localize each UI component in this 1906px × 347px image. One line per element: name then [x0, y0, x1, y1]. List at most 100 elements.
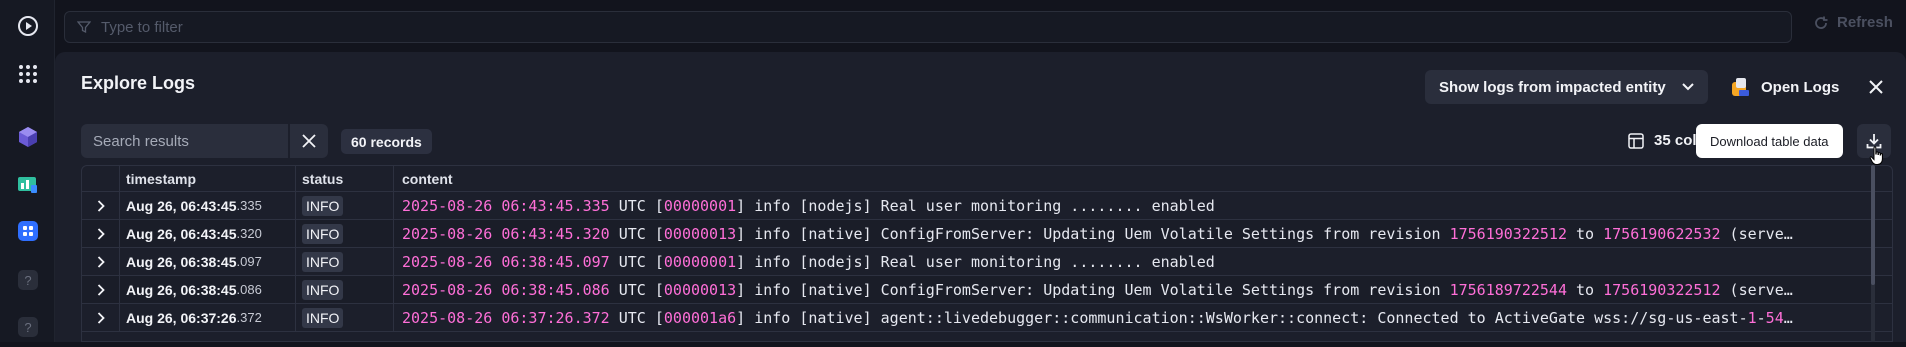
table-row[interactable]: Aug 26, 06:43:45.320 INFO 2025-08-26 06:…	[82, 219, 1892, 248]
content-revision: 1756189722544	[1449, 280, 1567, 299]
content-thread-id: 00000013	[663, 280, 737, 299]
timestamp-date: Aug 26, 06:38:45	[126, 253, 237, 270]
open-logs-label: Open Logs	[1761, 78, 1840, 96]
explore-logs-panel: Explore Logs Show logs from impacted ent…	[55, 52, 1906, 342]
content-thread-id: 000001a6	[663, 308, 737, 327]
svg-text:?: ?	[24, 320, 31, 335]
content-cell: 2025-08-26 06:37:26.372 UTC [000001a6] i…	[394, 304, 1892, 332]
refresh-button[interactable]: Refresh	[1813, 14, 1893, 31]
impacted-entity-dropdown[interactable]: Show logs from impacted entity	[1425, 70, 1708, 104]
table-row[interactable]: Aug 26, 06:38:45.086 INFO 2025-08-26 06:…	[82, 275, 1892, 304]
records-count-badge: 60 records	[341, 129, 432, 154]
timestamp-ms: .372	[236, 310, 262, 325]
content-revision: 1756190322512	[1603, 280, 1721, 299]
cube-app-icon[interactable]	[12, 121, 43, 152]
search-results-field[interactable]	[81, 124, 288, 158]
expand-row-button[interactable]	[82, 275, 120, 304]
status-cell: INFO	[296, 303, 394, 332]
content-text: to	[1567, 224, 1604, 243]
status-cell: INFO	[296, 191, 394, 220]
expand-row-button[interactable]	[82, 191, 120, 220]
column-header-status[interactable]: status	[296, 166, 394, 192]
content-cell: 2025-08-26 06:38:45.086 UTC [00000013] i…	[394, 276, 1892, 304]
chevron-right-icon	[97, 255, 105, 268]
status-badge: INFO	[302, 279, 344, 300]
timestamp-cell: Aug 26, 06:38:45.086	[120, 275, 296, 304]
dashboard-app-icon[interactable]	[12, 169, 43, 200]
status-badge: INFO	[302, 251, 344, 272]
content-text: UTC [	[609, 308, 664, 327]
expand-row-button[interactable]	[82, 219, 120, 248]
refresh-label: Refresh	[1837, 14, 1893, 31]
timestamp-date: Aug 26, 06:43:45	[126, 197, 237, 214]
expand-row-button[interactable]	[82, 303, 120, 332]
content-host-part: 54	[1765, 308, 1784, 327]
column-header-timestamp[interactable]: timestamp	[120, 166, 296, 192]
content-cell: 2025-08-26 06:38:45.097 UTC [00000001] i…	[394, 248, 1892, 276]
status-cell: INFO	[296, 219, 394, 248]
content-text: -	[1756, 308, 1766, 327]
table-columns-icon	[1628, 132, 1644, 149]
close-icon	[302, 134, 316, 148]
content-text: to	[1567, 280, 1604, 299]
content-timestamp: 2025-08-26 06:43:45.320	[402, 224, 610, 243]
top-bar: Type to filter Refresh	[55, 0, 1906, 52]
content-timestamp: 2025-08-26 06:38:45.086	[402, 280, 610, 299]
status-cell: INFO	[296, 247, 394, 276]
content-cell: 2025-08-26 06:43:45.320 UTC [00000013] i…	[394, 220, 1892, 248]
timestamp-date: Aug 26, 06:38:45	[126, 281, 237, 298]
table-row[interactable]: Aug 26, 06:43:45.335 INFO 2025-08-26 06:…	[82, 191, 1892, 220]
panel-title: Explore Logs	[81, 73, 196, 93]
status-badge: INFO	[302, 307, 344, 328]
timestamp-cell: Aug 26, 06:43:45.320	[120, 219, 296, 248]
filter-placeholder: Type to filter	[101, 18, 183, 36]
filter-icon	[77, 21, 91, 34]
timestamp-date: Aug 26, 06:43:45	[126, 225, 237, 242]
table-row[interactable]: Aug 26, 06:37:26.372 INFO 2025-08-26 06:…	[82, 303, 1892, 332]
clear-search-button[interactable]	[290, 124, 328, 158]
content-text: (serve…	[1720, 224, 1793, 243]
search-results-input[interactable]	[93, 132, 273, 150]
table-row[interactable]: Aug 26, 06:38:45.097 INFO 2025-08-26 06:…	[82, 247, 1892, 276]
column-header-content[interactable]: content	[394, 166, 453, 192]
timestamp-ms: .086	[236, 282, 262, 297]
content-text: ] info [native] ConfigFromServer: Updati…	[736, 224, 1450, 243]
services-app-icon[interactable]	[12, 215, 43, 246]
content-text: …	[1783, 308, 1793, 327]
apps-grid-icon[interactable]	[12, 58, 43, 89]
content-revision: 1756190322512	[1449, 224, 1567, 243]
chevron-right-icon	[97, 227, 105, 240]
status-cell: INFO	[296, 275, 394, 304]
refresh-icon	[1815, 16, 1828, 29]
content-cell: 2025-08-26 06:43:45.335 UTC [00000001] i…	[394, 192, 1892, 220]
open-logs-button[interactable]: Open Logs	[1729, 72, 1839, 102]
dynatrace-logo-icon[interactable]	[12, 10, 43, 41]
timestamp-cell: Aug 26, 06:43:45.335	[120, 191, 296, 220]
logs-table: timestamp status content Aug 26, 06:43:4…	[81, 165, 1893, 342]
status-badge: INFO	[302, 223, 344, 244]
content-host-part: 1	[1747, 308, 1757, 327]
content-text: ] info [nodejs] Real user monitoring ...…	[736, 196, 1215, 215]
content-thread-id: 00000001	[663, 196, 737, 215]
help-placeholder-icon[interactable]: ?	[12, 311, 43, 342]
columns-label: 35 col	[1654, 132, 1697, 149]
filter-input[interactable]: Type to filter	[64, 11, 1792, 43]
timestamp-ms: .335	[236, 198, 262, 213]
timestamp-ms: .097	[236, 254, 262, 269]
left-sidebar: ? ?	[0, 0, 55, 342]
table-scrollbar[interactable]	[1869, 165, 1877, 342]
content-text: UTC [	[609, 252, 664, 271]
content-text: ] info [native] ConfigFromServer: Updati…	[736, 280, 1450, 299]
expand-column-header	[82, 166, 120, 192]
logs-app-icon	[1732, 78, 1749, 96]
content-timestamp: 2025-08-26 06:37:26.372	[402, 308, 610, 327]
help-placeholder-icon[interactable]: ?	[12, 264, 43, 295]
columns-button[interactable]: 35 col	[1628, 132, 1697, 149]
content-timestamp: 2025-08-26 06:43:45.335	[402, 196, 610, 215]
content-thread-id: 00000001	[663, 252, 737, 271]
close-panel-button[interactable]	[1863, 74, 1889, 100]
impacted-entity-label: Show logs from impacted entity	[1439, 78, 1666, 96]
expand-row-button[interactable]	[82, 247, 120, 276]
svg-text:?: ?	[24, 273, 31, 288]
status-badge: INFO	[302, 195, 344, 216]
